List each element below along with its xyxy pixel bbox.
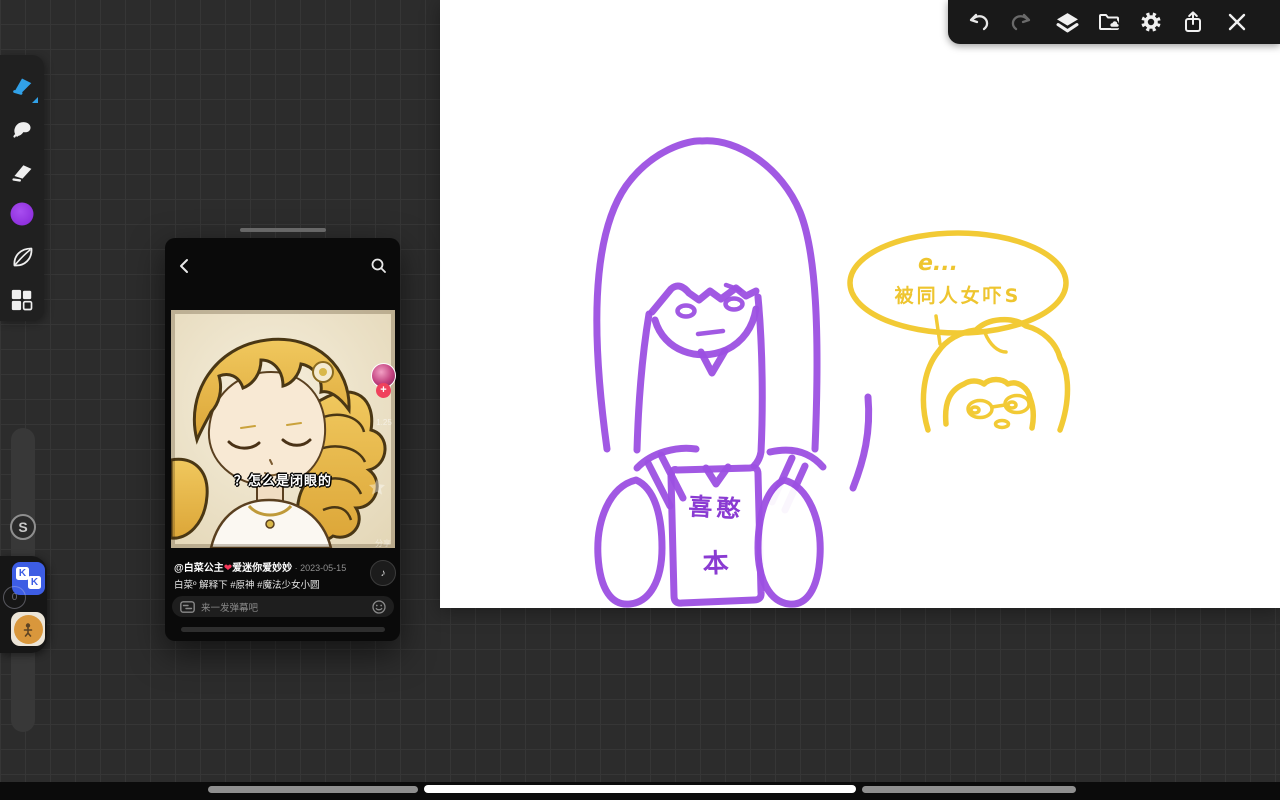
ghost-counter-badge: 0 <box>3 586 26 609</box>
drawing-canvas[interactable]: 喜憨 本 e... 被同人女吓S <box>440 0 1280 608</box>
top-toolbar <box>948 0 1280 44</box>
kk-letter-2: K <box>28 576 41 589</box>
window-drag-handle[interactable] <box>240 228 326 232</box>
gallery-grid-tool[interactable] <box>4 278 40 321</box>
tool-sidebar <box>0 55 44 321</box>
back-chevron-icon[interactable] <box>177 258 193 279</box>
bubble-text-line2: 被同人女吓S <box>895 284 1022 307</box>
danmaku-input[interactable]: 来一发弹幕吧 <box>172 596 394 617</box>
blend-leaf-tool[interactable] <box>4 235 40 278</box>
danmaku-placeholder: 来一发弹幕吧 <box>201 602 259 614</box>
video-frame[interactable]: ？怎么是闭眼的 <box>171 310 395 548</box>
emoji-icon[interactable] <box>372 599 386 614</box>
share-icon[interactable] <box>1178 7 1208 37</box>
danmaku-icon <box>180 600 195 613</box>
book-text-top: 喜憨 <box>688 493 745 524</box>
video-caption-overlay: ？怎么是闭眼的 <box>233 473 332 488</box>
stabilizer-button[interactable]: S <box>10 514 36 540</box>
orange-app-icon[interactable] <box>11 612 45 646</box>
author-handle: @白菜公主 <box>174 563 224 574</box>
author-suffix: 爱迷你爱妙妙 <box>232 563 293 574</box>
like-count: 1.25 <box>376 418 392 427</box>
canvas-artwork: 喜憨 本 e... 被同人女吓S <box>593 137 1071 608</box>
right-window-indicator[interactable] <box>862 786 1076 793</box>
purple-character-sketch: 喜憨 本 <box>593 137 873 608</box>
bubble-text-line1: e... <box>918 251 958 276</box>
orange-app-glyph <box>13 614 43 644</box>
book-text-bottom: 本 <box>702 549 729 580</box>
home-indicator[interactable] <box>424 785 856 793</box>
color-swatch[interactable] <box>4 192 40 235</box>
close-icon[interactable] <box>1222 7 1252 37</box>
follow-plus-button[interactable]: + <box>376 383 391 398</box>
eraser-tool[interactable] <box>4 150 40 193</box>
video-app-window: ？怎么是闭眼的 + 1.25 分享 @白菜公主❤爱迷你爱妙妙 · 2023-05… <box>165 238 400 641</box>
pen-options-badge <box>32 96 38 103</box>
pen-tool[interactable] <box>4 64 40 107</box>
search-icon[interactable] <box>370 257 387 279</box>
import-image-icon[interactable] <box>1094 7 1124 37</box>
heart-icon: ❤ <box>223 563 233 574</box>
redo-button[interactable] <box>1006 7 1036 37</box>
brush-tool[interactable] <box>4 107 40 150</box>
favorite-star-icon[interactable] <box>368 478 386 501</box>
yellow-character-sketch: e... 被同人女吓S <box>847 230 1071 433</box>
left-window-indicator[interactable] <box>208 786 418 793</box>
author-row[interactable]: @白菜公主❤爱迷你爱妙妙 · 2023-05-15 <box>174 559 370 574</box>
layers-icon[interactable] <box>1052 7 1082 37</box>
video-description[interactable]: 白菜º 解释下 #原神 #魔法少女小圆 <box>174 577 384 591</box>
share-label[interactable]: 分享 <box>367 538 399 549</box>
dot-separator: · <box>292 563 301 573</box>
post-date: 2023-05-15 <box>300 563 347 573</box>
undo-button[interactable] <box>964 7 994 37</box>
settings-gear-icon[interactable] <box>1136 7 1166 37</box>
window-home-indicator <box>181 627 385 632</box>
video-still-illustration <box>171 310 395 548</box>
